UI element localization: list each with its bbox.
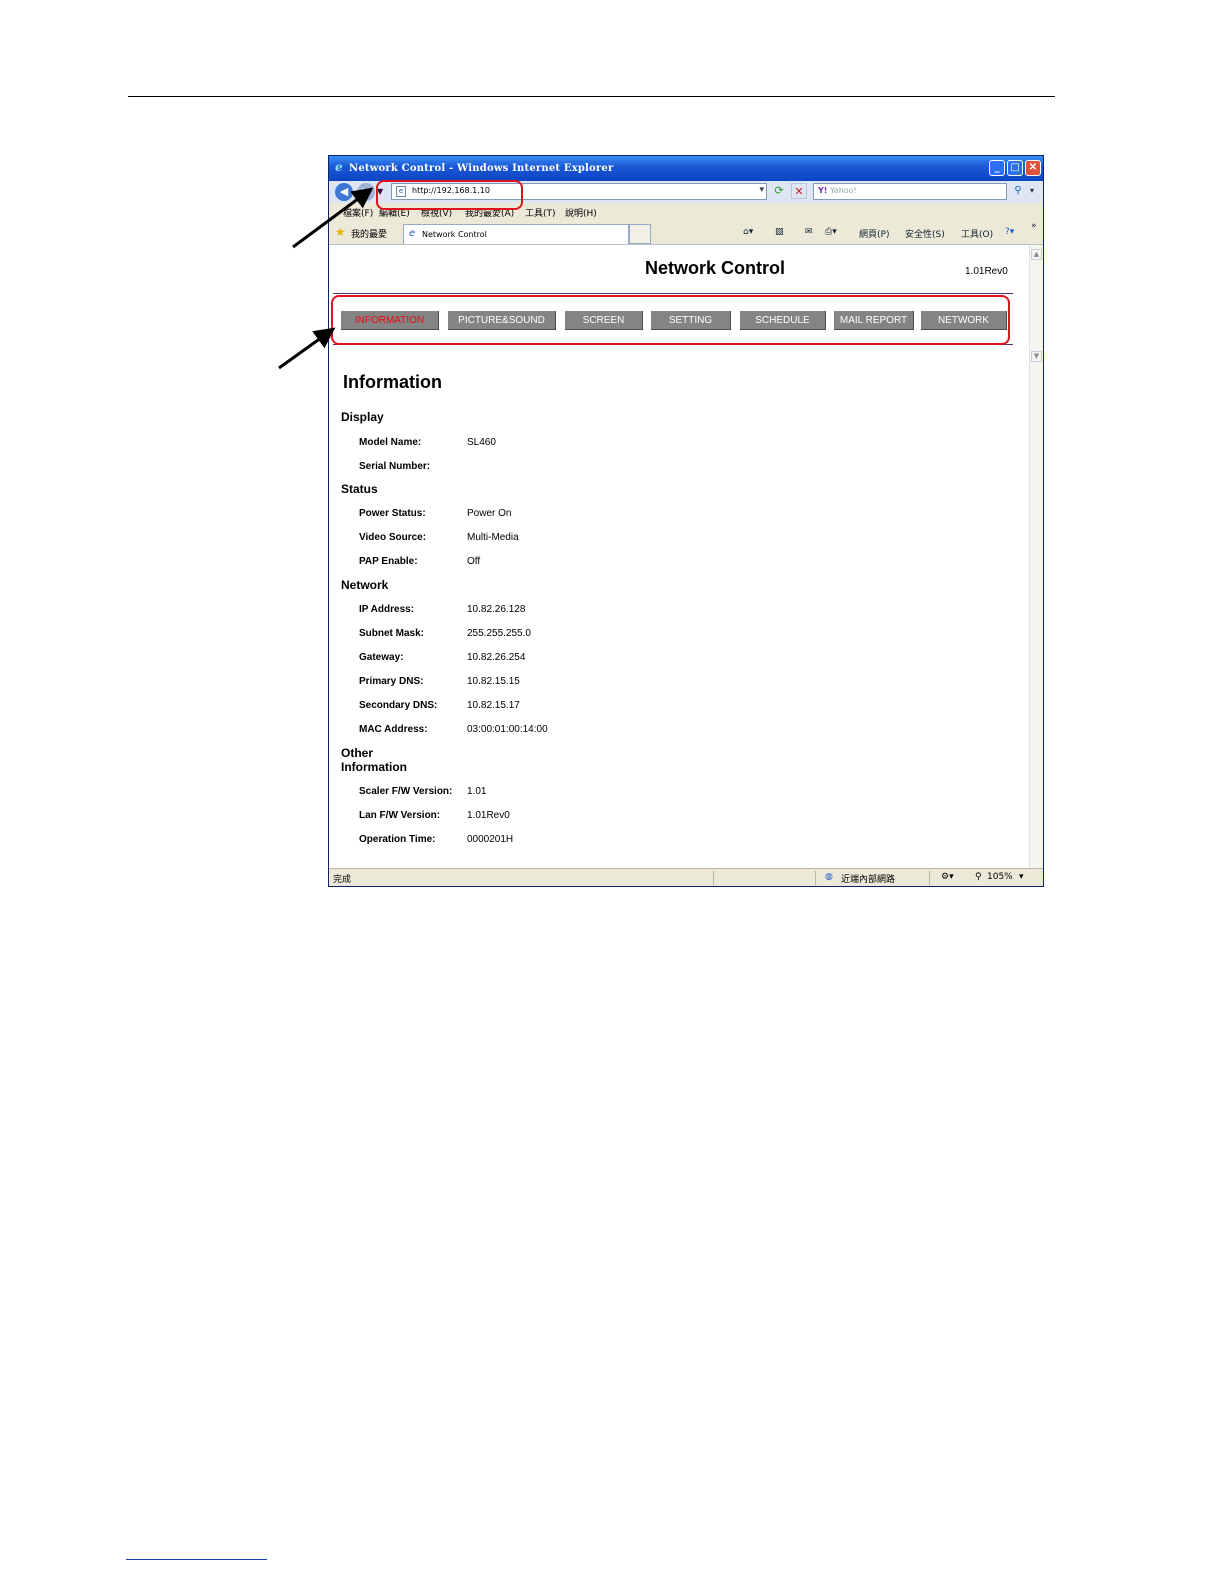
footer-rule: [126, 1559, 267, 1560]
arrow-to-nav: [278, 327, 336, 370]
arrow-to-address: [292, 187, 374, 249]
annotation-arrows: [278, 187, 374, 370]
